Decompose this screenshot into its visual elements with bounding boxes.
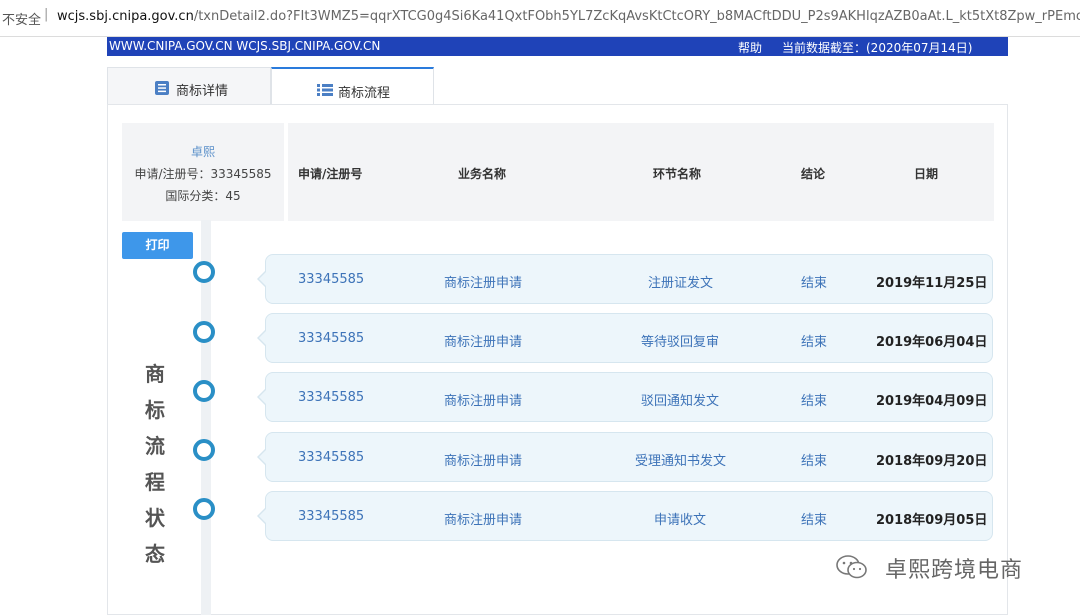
timeline-title-char: 流 [145, 434, 165, 458]
row-reg-no: 33345585 [298, 509, 365, 524]
row-business: 商标注册申请 [444, 276, 523, 291]
print-button[interactable]: 打印 [122, 232, 193, 259]
process-row[interactable]: 33345585 商标注册申请 等待驳回复审 结束 2019年06月04日 [257, 313, 993, 363]
row-pointer-fill [259, 508, 267, 524]
row-date: 2019年06月04日 [876, 335, 988, 350]
row-pointer-fill [259, 449, 267, 465]
row-reg-no: 33345585 [298, 390, 365, 405]
row-result: 结束 [801, 394, 828, 409]
tab-bar: 商标详情 商标流程 [107, 67, 1008, 105]
row-business: 商标注册申请 [444, 513, 523, 528]
row-date: 2018年09月05日 [876, 513, 988, 528]
registration-number: 申请/注册号：33345585 [134, 167, 272, 181]
owner-name[interactable]: 卓熙 [122, 143, 284, 160]
trademark-info: 卓熙 申请/注册号：33345585 国际分类：45 [122, 123, 284, 221]
column-header-result: 结论 [801, 167, 826, 181]
row-business: 商标注册申请 [444, 454, 523, 469]
site-domains: WWW.CNIPA.GOV.CN WCJS.SBJ.CNIPA.GOV.CN [109, 39, 381, 53]
timeline-node [193, 261, 215, 283]
row-result: 结束 [801, 276, 828, 291]
timeline-node [193, 380, 215, 402]
wechat-icon [836, 555, 867, 579]
process-row[interactable]: 33345585 商标注册申请 申请收文 结束 2018年09月05日 [257, 491, 993, 541]
column-header-business: 业务名称 [458, 167, 507, 181]
column-header-step: 环节名称 [653, 167, 702, 181]
table-header: 申请/注册号 业务名称 环节名称 结论 日期 [288, 123, 994, 221]
process-row[interactable]: 33345585 商标注册申请 驳回通知发文 结束 2019年04月09日 [257, 372, 993, 422]
url-host: wcjs.sbj.cnipa.gov.cn [57, 9, 194, 24]
timeline-title-char: 态 [145, 542, 165, 566]
row-business: 商标注册申请 [444, 335, 523, 350]
list-bullets-icon [317, 84, 333, 96]
list-detail-icon [155, 81, 169, 95]
timeline-node [193, 498, 215, 520]
column-header-no: 申请/注册号 [298, 167, 363, 181]
row-step: 驳回通知发文 [641, 394, 720, 409]
url-text[interactable]: wcjs.sbj.cnipa.gov.cn/txnDetail2.do?FIt3… [57, 9, 1080, 24]
row-step: 等待驳回复审 [641, 335, 720, 350]
row-step: 受理通知书发文 [635, 454, 727, 469]
timeline-title-char: 标 [145, 398, 165, 422]
help-link[interactable]: 帮助 [738, 39, 762, 56]
row-result: 结束 [801, 454, 828, 469]
row-pointer-fill [259, 330, 267, 346]
data-date: 当前数据截至：(2020年07月14日) [782, 41, 973, 55]
row-result: 结束 [801, 335, 828, 350]
timeline-title-char: 程 [145, 470, 165, 494]
row-reg-no: 33345585 [298, 272, 365, 287]
row-step: 申请收文 [654, 513, 707, 528]
tab-label: 商标详情 [176, 84, 229, 99]
column-header-date: 日期 [914, 167, 939, 181]
timeline-title-char: 商 [145, 362, 165, 386]
row-reg-no: 33345585 [298, 331, 365, 346]
row-pointer-fill [259, 271, 267, 287]
row-result: 结束 [801, 513, 828, 528]
row-reg-no: 33345585 [298, 450, 365, 465]
row-date: 2019年11月25日 [876, 276, 988, 291]
process-row[interactable]: 33345585 商标注册申请 注册证发文 结束 2019年11月25日 [257, 254, 993, 304]
row-business: 商标注册申请 [444, 394, 523, 409]
tab-trademark-detail[interactable]: 商标详情 [107, 67, 271, 105]
browser-address-bar[interactable]: 不安全 | wcjs.sbj.cnipa.gov.cn/txnDetail2.d… [0, 0, 1080, 37]
timeline-title: 商 标 流 程 状 态 [143, 356, 167, 572]
timeline-title-char: 状 [145, 506, 165, 530]
address-separator: | [44, 7, 49, 22]
row-date: 2018年09月20日 [876, 454, 988, 469]
url-path: /txnDetail2.do?FIt3WMZ5=qqrXTCG0g4Si6Ka4… [193, 9, 1080, 24]
security-warning[interactable]: 不安全 [2, 9, 41, 28]
watermark-text: 卓熙跨境电商 [885, 558, 1024, 583]
process-row[interactable]: 33345585 商标注册申请 受理通知书发文 结束 2018年09月20日 [257, 432, 993, 482]
site-banner: WWW.CNIPA.GOV.CN WCJS.SBJ.CNIPA.GOV.CN 帮… [107, 37, 1008, 56]
timeline-node [193, 439, 215, 461]
row-step: 注册证发文 [648, 276, 714, 291]
international-class: 国际分类：45 [165, 189, 241, 203]
timeline-node [193, 321, 215, 343]
row-pointer-fill [259, 389, 267, 405]
tab-label: 商标流程 [338, 86, 391, 101]
tab-trademark-process[interactable]: 商标流程 [271, 67, 434, 105]
row-date: 2019年04月09日 [876, 394, 988, 409]
